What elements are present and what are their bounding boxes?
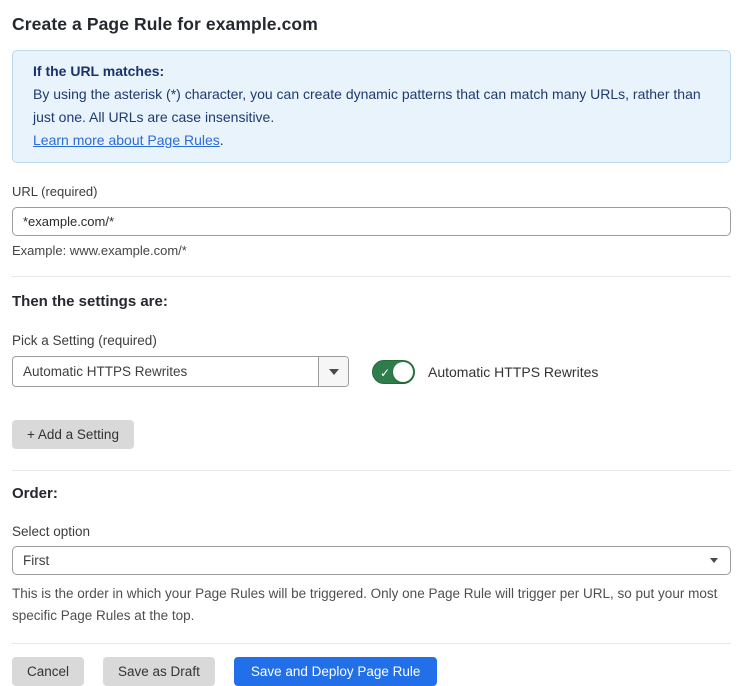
- create-page-rule-form: Create a Page Rule for example.com If th…: [0, 0, 743, 686]
- info-box-heading: If the URL matches:: [33, 63, 165, 79]
- setting-dropdown-arrow-button[interactable]: [318, 357, 348, 386]
- check-icon: ✓: [380, 365, 391, 380]
- order-select[interactable]: First: [12, 546, 731, 575]
- divider: [12, 276, 731, 277]
- order-select-value: First: [23, 553, 50, 568]
- url-matches-info-box: If the URL matches: By using the asteris…: [12, 50, 731, 163]
- toggle-label: Automatic HTTPS Rewrites: [428, 363, 599, 380]
- divider: [12, 470, 731, 471]
- settings-section-heading: Then the settings are:: [12, 293, 168, 310]
- order-section-heading: Order:: [12, 485, 58, 502]
- setting-dropdown-value: Automatic HTTPS Rewrites: [23, 364, 188, 379]
- cancel-button[interactable]: Cancel: [12, 657, 85, 686]
- link-suffix: .: [219, 132, 224, 148]
- https-rewrites-toggle[interactable]: ✓: [372, 359, 415, 384]
- toggle-knob: [393, 361, 413, 382]
- url-example-text: Example: www.example.com/*: [12, 243, 187, 258]
- order-help-text: This is the order in which your Page Rul…: [12, 586, 718, 623]
- footer-actions: Cancel Save as Draft Save and Deploy Pag…: [12, 657, 731, 686]
- chevron-down-icon: [328, 368, 339, 375]
- setting-dropdown[interactable]: Automatic HTTPS Rewrites: [12, 356, 349, 387]
- info-box-body: By using the asterisk (*) character, you…: [33, 86, 701, 125]
- chevron-down-icon: [710, 558, 718, 563]
- add-setting-button[interactable]: + Add a Setting: [12, 420, 134, 449]
- info-box-link-line: Learn more about Page Rules.: [33, 129, 710, 152]
- save-deploy-button[interactable]: Save and Deploy Page Rule: [233, 657, 438, 686]
- page-title: Create a Page Rule for example.com: [12, 14, 318, 34]
- url-input[interactable]: [12, 207, 731, 236]
- url-label: URL (required): [12, 184, 98, 199]
- pick-setting-label: Pick a Setting (required): [12, 333, 157, 348]
- setting-row: Automatic HTTPS Rewrites ✓ Automatic HTT…: [12, 356, 731, 387]
- save-draft-button[interactable]: Save as Draft: [103, 657, 215, 686]
- select-option-label: Select option: [12, 524, 91, 539]
- learn-more-link[interactable]: Learn more about Page Rules: [33, 132, 220, 148]
- divider: [12, 643, 731, 644]
